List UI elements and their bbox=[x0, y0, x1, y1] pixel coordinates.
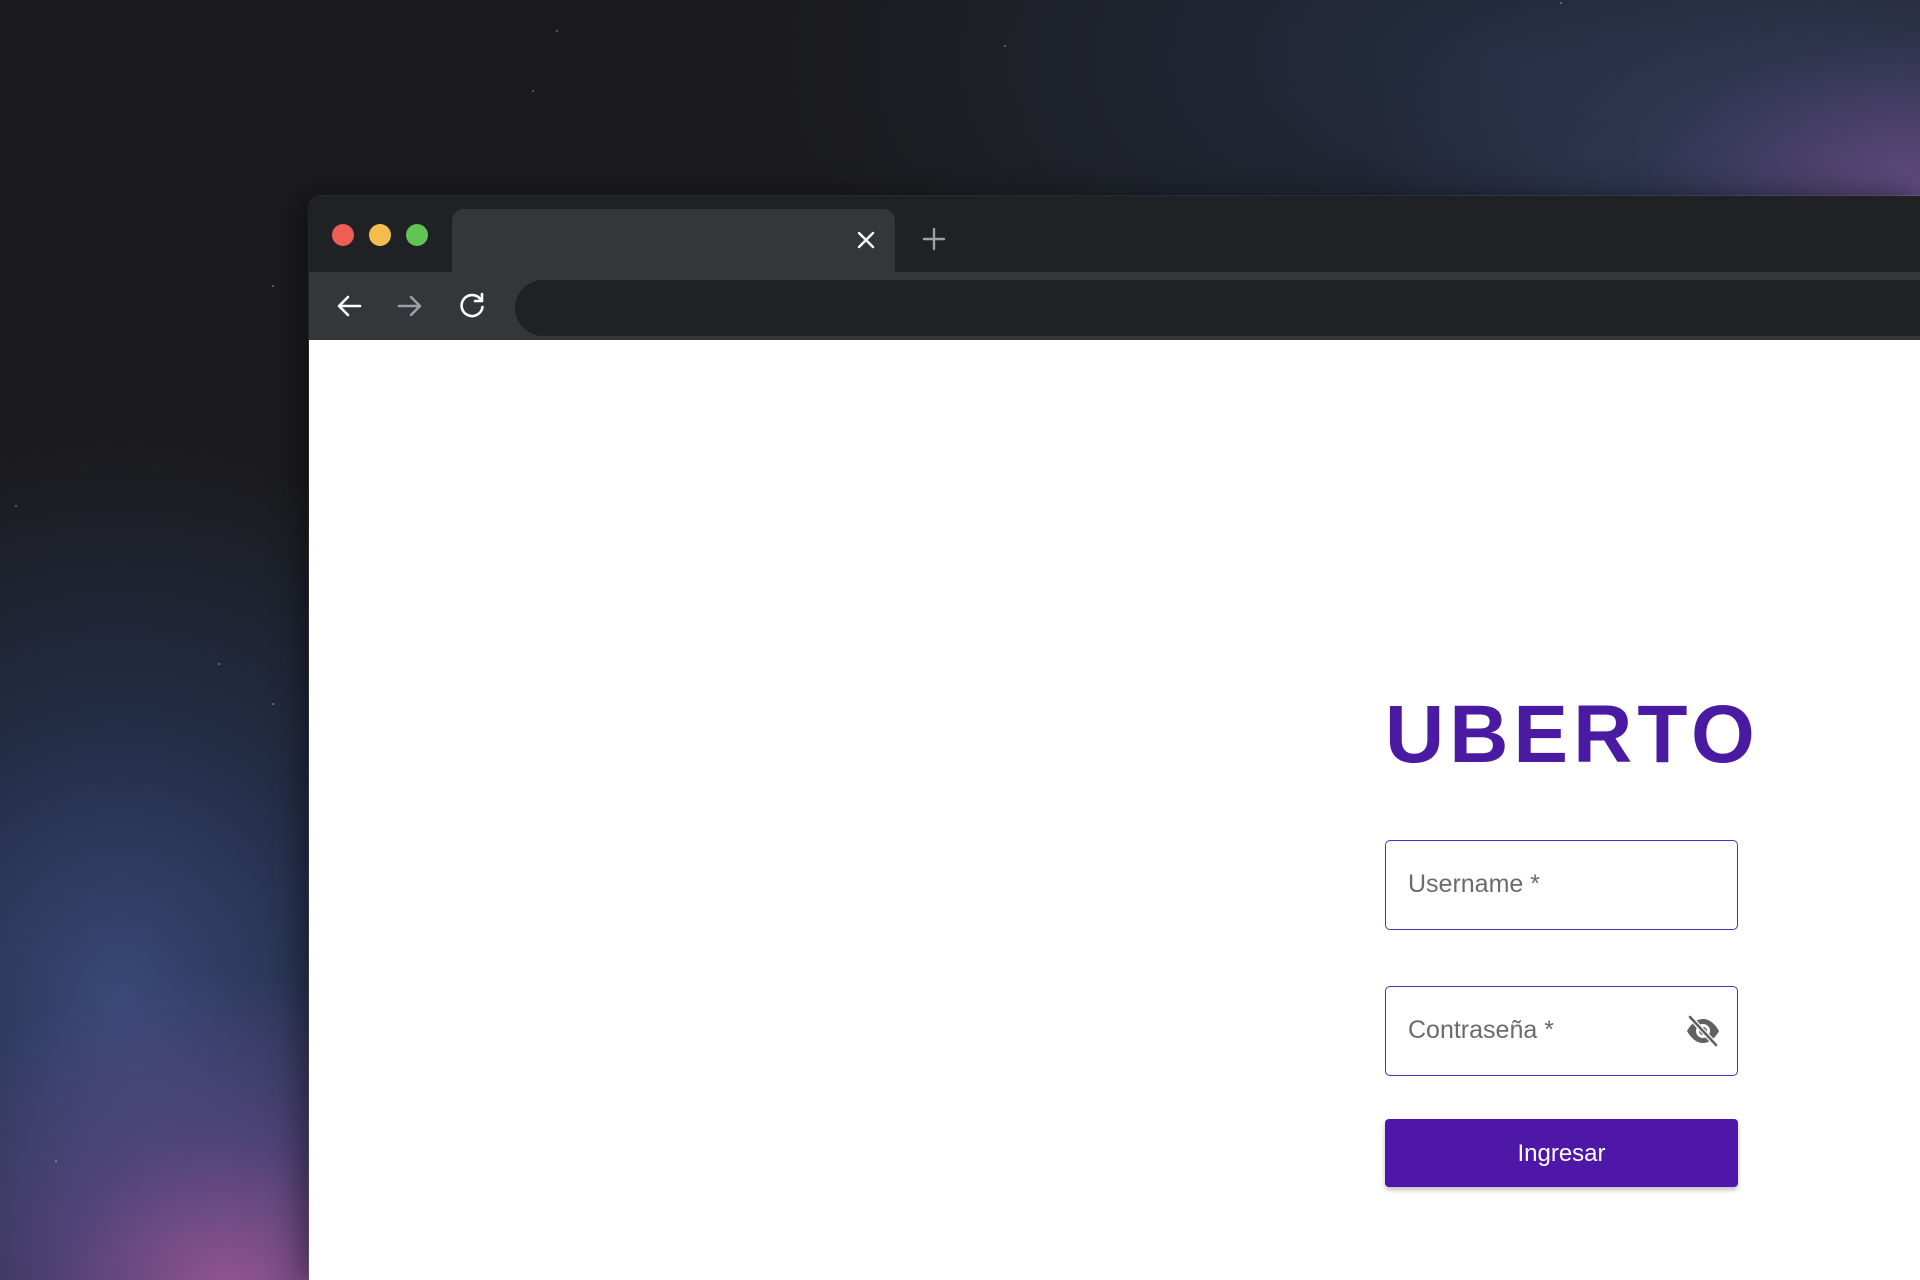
minimize-window-button[interactable] bbox=[369, 224, 391, 246]
page-viewport: UBERTO Username * Contraseña * Ingresar bbox=[309, 340, 1920, 1280]
wallpaper-star bbox=[556, 30, 558, 32]
maximize-window-button[interactable] bbox=[406, 224, 428, 246]
wallpaper-star bbox=[218, 663, 220, 665]
wallpaper-star bbox=[15, 505, 17, 507]
wallpaper-star bbox=[532, 90, 534, 92]
eye-off-icon[interactable] bbox=[1685, 1015, 1721, 1047]
plus-icon[interactable] bbox=[919, 224, 949, 254]
reload-icon[interactable] bbox=[455, 289, 489, 323]
wallpaper-star bbox=[55, 1160, 57, 1162]
username-label: Username * bbox=[1408, 870, 1540, 898]
password-field[interactable]: Contraseña * bbox=[1385, 986, 1738, 1076]
login-button[interactable]: Ingresar bbox=[1385, 1119, 1738, 1187]
tab-strip bbox=[309, 196, 1920, 272]
wallpaper-star bbox=[272, 285, 274, 287]
close-icon[interactable] bbox=[853, 227, 879, 253]
wallpaper-star bbox=[272, 703, 274, 705]
close-window-button[interactable] bbox=[332, 224, 354, 246]
address-bar[interactable] bbox=[515, 280, 1920, 336]
login-form: UBERTO Username * Contraseña * Ingresar bbox=[1385, 340, 1760, 1280]
arrow-left-icon[interactable] bbox=[332, 289, 366, 323]
browser-toolbar bbox=[309, 272, 1920, 340]
brand-logo: UBERTO bbox=[1385, 689, 1760, 780]
browser-tab[interactable] bbox=[452, 209, 895, 272]
username-field[interactable]: Username * bbox=[1385, 840, 1738, 930]
arrow-right-icon[interactable] bbox=[393, 289, 427, 323]
browser-window: UBERTO Username * Contraseña * Ingresar bbox=[309, 196, 1920, 1280]
password-label: Contraseña * bbox=[1408, 1016, 1554, 1044]
wallpaper-star bbox=[1560, 2, 1562, 4]
wallpaper-star bbox=[1004, 45, 1006, 47]
